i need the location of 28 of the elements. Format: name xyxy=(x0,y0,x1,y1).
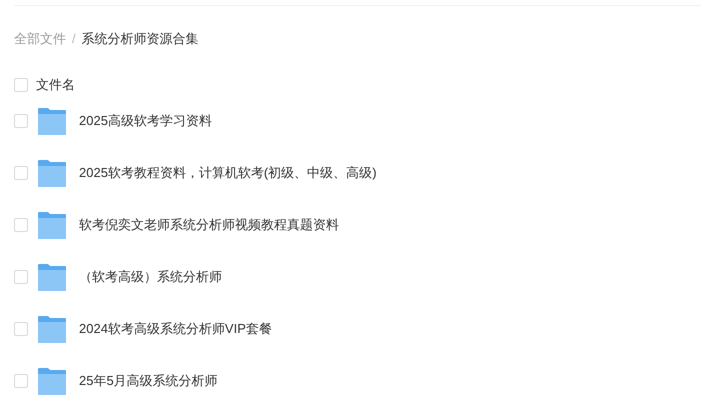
file-name: 2025软考教程资料，计算机软考(初级、中级、高级) xyxy=(79,164,377,182)
file-name: 25年5月高级系统分析师 xyxy=(79,372,218,390)
file-row[interactable]: 2025高级软考学习资料 xyxy=(14,95,687,147)
file-row[interactable]: 软考倪奕文老师系统分析师视频教程真题资料 xyxy=(14,199,687,251)
checkbox[interactable] xyxy=(14,270,28,284)
checkbox[interactable] xyxy=(14,114,28,128)
file-row[interactable]: （软考高级）系统分析师 xyxy=(14,251,687,303)
file-row[interactable]: 2024软考高级系统分析师VIP套餐 xyxy=(14,303,687,355)
folder-icon xyxy=(37,315,67,343)
checkbox[interactable] xyxy=(14,322,28,336)
file-row[interactable]: 2025软考教程资料，计算机软考(初级、中级、高级) xyxy=(14,147,687,199)
checkbox[interactable] xyxy=(14,374,28,388)
breadcrumb-link[interactable]: 系统分析师资源合集 xyxy=(82,29,199,49)
checkbox[interactable] xyxy=(14,78,28,92)
checkbox[interactable] xyxy=(14,166,28,180)
file-name: （软考高级）系统分析师 xyxy=(79,268,222,286)
checkbox[interactable] xyxy=(14,218,28,232)
file-row[interactable]: 25年5月高级系统分析师 xyxy=(14,355,687,407)
breadcrumb-separator: / xyxy=(72,30,76,48)
file-name: 软考倪奕文老师系统分析师视频教程真题资料 xyxy=(79,216,339,234)
folder-icon xyxy=(37,367,67,395)
folder-icon xyxy=(37,211,67,239)
file-name: 2025高级软考学习资料 xyxy=(79,112,212,130)
folder-icon xyxy=(37,159,67,187)
column-header: 文件名 xyxy=(36,76,75,94)
folder-icon xyxy=(37,263,67,291)
folder-icon xyxy=(37,107,67,135)
file-name: 2024软考高级系统分析师VIP套餐 xyxy=(79,320,272,338)
